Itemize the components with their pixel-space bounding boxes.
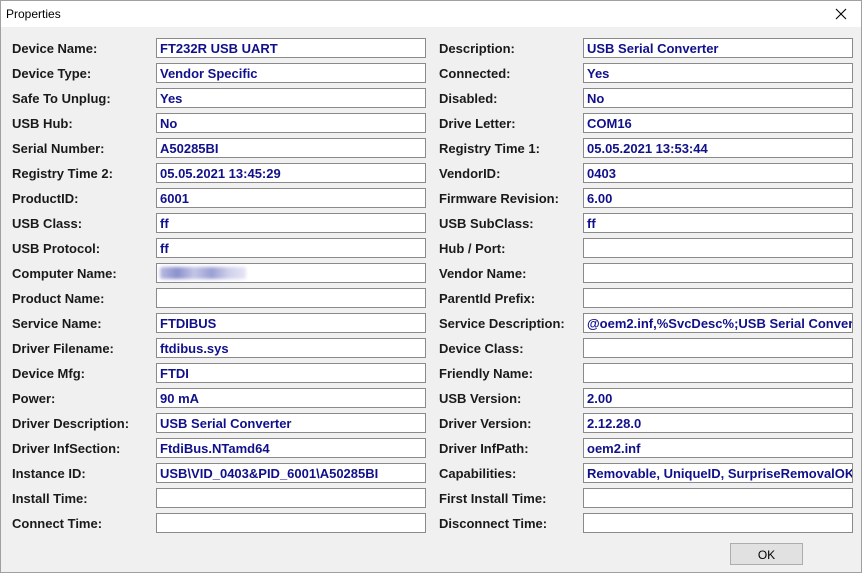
property-value-field[interactable] xyxy=(583,363,853,383)
property-label: ParentId Prefix: xyxy=(439,291,536,306)
property-value-field[interactable]: 2.00 xyxy=(583,388,853,408)
property-value-field[interactable]: oem2.inf xyxy=(583,438,853,458)
property-row: Service Description: @oem2.inf,%SvcDesc%;… xyxy=(1,313,861,333)
property-label: Driver InfPath: xyxy=(439,441,529,456)
property-label: Vendor Name: xyxy=(439,266,527,281)
property-value-field[interactable] xyxy=(583,513,853,533)
property-value-field[interactable]: USB Serial Converter xyxy=(583,38,853,58)
property-label: Drive Letter: xyxy=(439,116,516,131)
property-value-field[interactable] xyxy=(583,288,853,308)
properties-dialog: Properties Device Name: FT232R USB UART De… xyxy=(0,0,862,573)
property-row: Description: USB Serial Converter xyxy=(1,38,861,58)
property-row: USB SubClass: ff xyxy=(1,213,861,233)
close-icon xyxy=(835,8,847,20)
property-row: Friendly Name: xyxy=(1,363,861,383)
ok-button[interactable]: OK xyxy=(730,543,803,565)
property-label: Registry Time 1: xyxy=(439,141,540,156)
property-label: Disconnect Time: xyxy=(439,516,548,531)
property-value-field[interactable]: COM16 xyxy=(583,113,853,133)
property-row: Hub / Port: xyxy=(1,238,861,258)
property-value-field[interactable] xyxy=(583,488,853,508)
property-row: Vendor Name: xyxy=(1,263,861,283)
property-value-field[interactable] xyxy=(583,338,853,358)
property-value-field[interactable]: 05.05.2021 13:53:44 xyxy=(583,138,853,158)
property-row: Registry Time 1: 05.05.2021 13:53:44 xyxy=(1,138,861,158)
property-row: Disconnect Time: xyxy=(1,513,861,533)
property-row: First Install Time: xyxy=(1,488,861,508)
property-label: First Install Time: xyxy=(439,491,547,506)
property-value-field[interactable]: Yes xyxy=(583,63,853,83)
property-value-field[interactable] xyxy=(583,238,853,258)
property-label: Service Description: xyxy=(439,316,565,331)
property-label: Driver Version: xyxy=(439,416,532,431)
title-bar[interactable]: Properties xyxy=(1,1,861,27)
property-row: Device Class: xyxy=(1,338,861,358)
property-value-field[interactable]: @oem2.inf,%SvcDesc%;USB Serial Converter xyxy=(583,313,853,333)
property-label: USB SubClass: xyxy=(439,216,534,231)
property-value-field[interactable]: 2.12.28.0 xyxy=(583,413,853,433)
window-title: Properties xyxy=(6,7,61,21)
property-label: Hub / Port: xyxy=(439,241,506,256)
property-value-field[interactable]: Removable, UniqueID, SurpriseRemovalOK xyxy=(583,463,853,483)
property-label: Capabilities: xyxy=(439,466,517,481)
property-row: Driver InfPath: oem2.inf xyxy=(1,438,861,458)
property-label: Friendly Name: xyxy=(439,366,533,381)
property-label: Description: xyxy=(439,41,515,56)
property-row: USB Version: 2.00 xyxy=(1,388,861,408)
property-row: Disabled: No xyxy=(1,88,861,108)
property-value-field[interactable]: ff xyxy=(583,213,853,233)
property-label: Device Class: xyxy=(439,341,524,356)
property-row: VendorID: 0403 xyxy=(1,163,861,183)
property-value-field[interactable]: No xyxy=(583,88,853,108)
close-button[interactable] xyxy=(821,1,861,27)
property-label: Connected: xyxy=(439,66,511,81)
property-row: ParentId Prefix: xyxy=(1,288,861,308)
property-label: Firmware Revision: xyxy=(439,191,559,206)
property-row: Drive Letter: COM16 xyxy=(1,113,861,133)
property-label: VendorID: xyxy=(439,166,501,181)
property-row: Driver Version: 2.12.28.0 xyxy=(1,413,861,433)
property-row: Firmware Revision: 6.00 xyxy=(1,188,861,208)
property-value-field[interactable]: 6.00 xyxy=(583,188,853,208)
property-row: Capabilities: Removable, UniqueID, Surpri… xyxy=(1,463,861,483)
property-label: Disabled: xyxy=(439,91,498,106)
property-label: USB Version: xyxy=(439,391,522,406)
property-value-field[interactable]: 0403 xyxy=(583,163,853,183)
property-row: Connected: Yes xyxy=(1,63,861,83)
property-value-field[interactable] xyxy=(583,263,853,283)
